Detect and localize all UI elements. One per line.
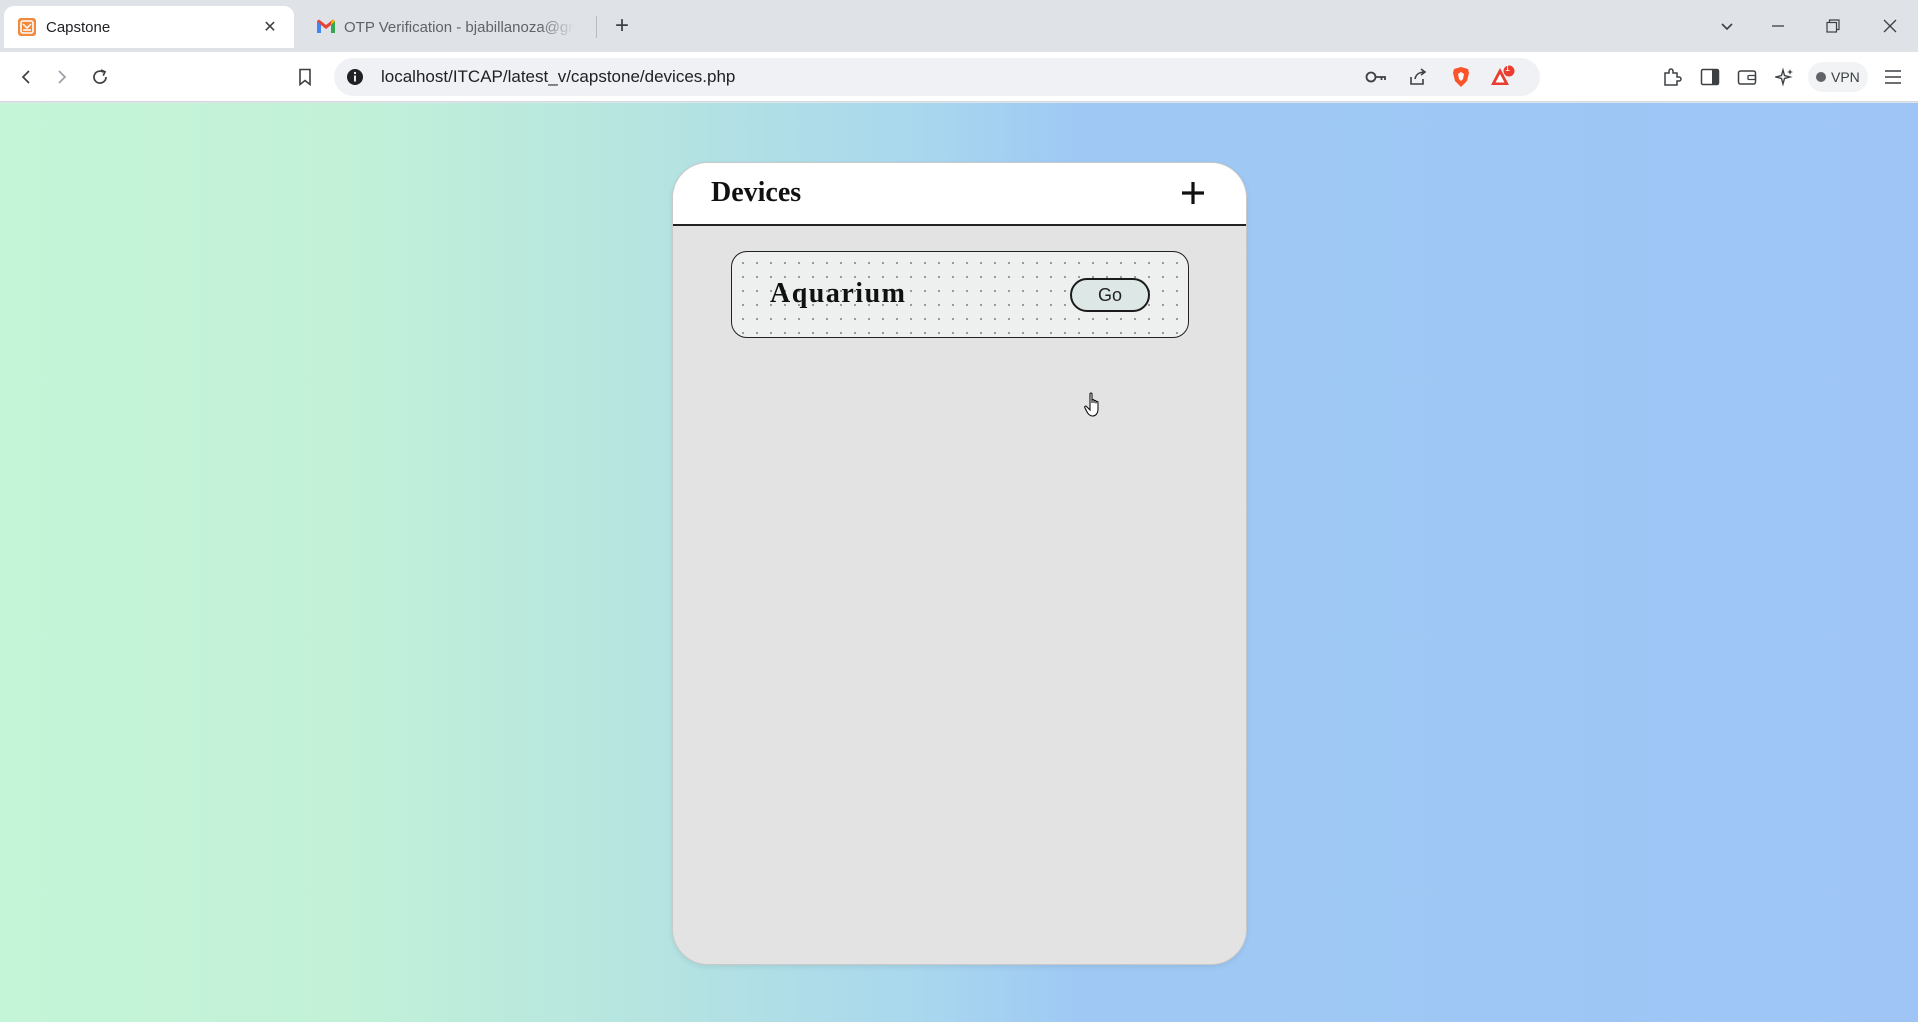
forward-arrow-icon[interactable] xyxy=(46,61,78,93)
brave-rewards-icon[interactable]: 1 xyxy=(1488,62,1518,92)
rewards-badge: 1 xyxy=(1505,63,1511,73)
minimize-button[interactable] xyxy=(1758,8,1798,44)
add-device-button[interactable] xyxy=(1173,173,1213,213)
reload-icon[interactable] xyxy=(84,61,116,93)
new-tab-button[interactable]: + xyxy=(608,12,636,40)
tab-title: Capstone xyxy=(46,18,111,36)
browser-toolbar: localhost/ITCAP/latest_v/capstone/device… xyxy=(0,52,1918,102)
restore-button[interactable] xyxy=(1813,8,1853,44)
wallet-icon[interactable] xyxy=(1731,61,1763,93)
vpn-label: VPN xyxy=(1831,69,1860,85)
tab-capstone[interactable]: Capstone ✕ xyxy=(4,6,294,48)
page-viewport: Devices Aquarium Go xyxy=(0,103,1918,1022)
url-text: localhost/ITCAP/latest_v/capstone/device… xyxy=(381,67,736,86)
password-key-icon[interactable] xyxy=(1361,62,1391,92)
vpn-button[interactable]: VPN xyxy=(1808,62,1868,92)
brave-shields-icon[interactable] xyxy=(1446,62,1476,92)
gmail-favicon-icon xyxy=(316,18,335,36)
device-name: Aquarium xyxy=(770,278,907,309)
plus-icon xyxy=(1182,182,1204,204)
tab-close-icon[interactable]: ✕ xyxy=(260,17,280,37)
sidebar-toggle-icon[interactable] xyxy=(1694,61,1726,93)
address-bar[interactable]: localhost/ITCAP/latest_v/capstone/device… xyxy=(334,58,1540,96)
tab-title: OTP Verification - bjabillanoza@gm xyxy=(344,18,574,36)
share-icon[interactable] xyxy=(1403,62,1433,92)
vpn-status-icon xyxy=(1816,72,1826,82)
devices-header: Devices xyxy=(673,163,1246,226)
tab-search-chevron-icon[interactable] xyxy=(1707,8,1747,44)
tab-separator xyxy=(596,16,597,38)
tab-strip: Capstone ✕ OTP Verification - bjabillano… xyxy=(0,0,1918,52)
devices-panel: Devices Aquarium Go xyxy=(672,162,1247,965)
go-button[interactable]: Go xyxy=(1070,278,1150,312)
tab-otp-verification[interactable]: OTP Verification - bjabillanoza@gm xyxy=(310,6,580,48)
back-arrow-icon[interactable] xyxy=(10,61,42,93)
device-card-aquarium: Aquarium Go xyxy=(731,251,1189,338)
bookmark-icon[interactable] xyxy=(289,61,321,93)
close-window-button[interactable] xyxy=(1870,8,1910,44)
menu-hamburger-icon[interactable] xyxy=(1877,61,1909,93)
extensions-puzzle-icon[interactable] xyxy=(1656,61,1688,93)
capstone-favicon-icon xyxy=(18,18,36,36)
leo-ai-sparkle-icon[interactable] xyxy=(1769,61,1801,93)
page-title: Devices xyxy=(711,177,802,208)
site-info-icon[interactable] xyxy=(344,66,366,88)
